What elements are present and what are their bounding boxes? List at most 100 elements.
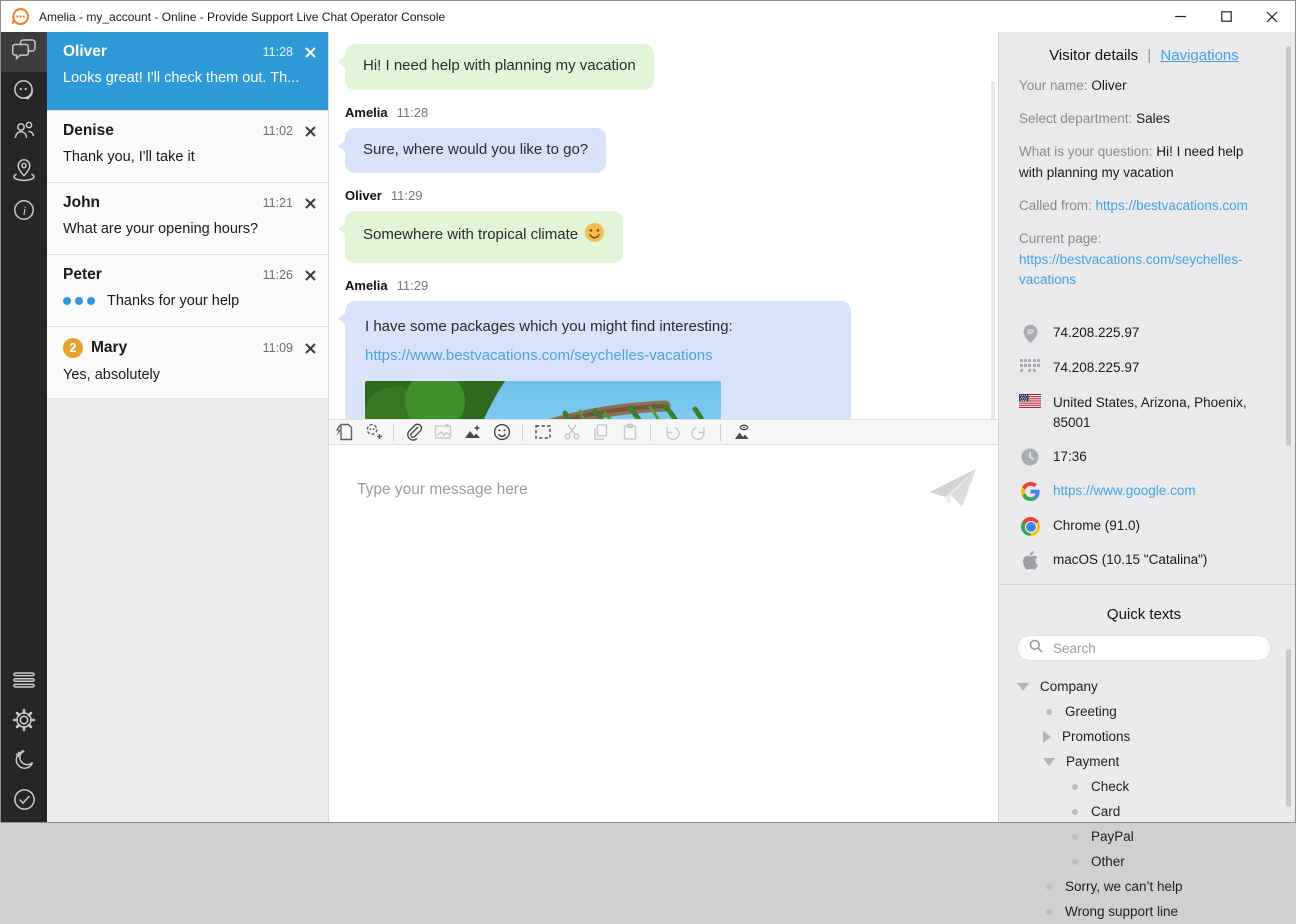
upload-image-icon[interactable] — [434, 423, 452, 441]
visitor-details-scrollbar[interactable] — [1286, 46, 1291, 446]
nav-settings[interactable] — [1, 702, 47, 742]
paste-icon[interactable] — [621, 423, 639, 441]
chat-name: John — [63, 194, 100, 212]
referrer-link[interactable]: https://www.google.com — [1053, 481, 1196, 501]
chats-icon — [12, 38, 37, 66]
select-area-icon[interactable] — [534, 423, 552, 441]
quick-texts-scrollbar[interactable] — [1286, 649, 1291, 807]
bullet-icon — [1046, 909, 1052, 915]
chat-list-item-peter[interactable]: Peter 11:26 Thanks for your help — [47, 255, 328, 327]
close-chat-icon[interactable] — [305, 270, 316, 281]
nav-spacer — [1, 232, 47, 662]
chat-list-item-mary[interactable]: 2 Mary 11:09 Yes, absolutely — [47, 327, 328, 399]
message-header: Oliver11:29 — [345, 188, 974, 203]
message-input[interactable] — [329, 445, 998, 822]
chat-name: Peter — [63, 266, 102, 284]
chat-time: 11:09 — [263, 341, 293, 355]
tree-item-greeting[interactable]: Greeting — [1017, 699, 1271, 724]
bullet-icon — [1072, 809, 1078, 815]
operator-icon — [12, 78, 36, 107]
send-image-icon[interactable] — [463, 423, 482, 441]
bullet-icon — [1046, 709, 1052, 715]
nav-visitors[interactable] — [1, 112, 47, 152]
info-row-ip: IP 74.208.225.97 — [1019, 323, 1269, 344]
smiley-face-emoji — [584, 222, 605, 251]
chat-list-item-denise[interactable]: Denise 11:02 Thank you, I'll take it — [47, 111, 328, 183]
nav-menu[interactable] — [1, 662, 47, 702]
messages-scrollbar[interactable] — [991, 81, 995, 419]
tree-item-check[interactable]: Check — [1017, 774, 1271, 799]
emoji-icon[interactable] — [493, 423, 511, 441]
typing-indicator — [63, 297, 95, 305]
right-panel: Visitor details | Navigations Your name:… — [999, 32, 1295, 822]
tree-item-card[interactable]: Card — [1017, 799, 1271, 824]
minimize-button[interactable] — [1157, 1, 1203, 32]
undo-icon[interactable] — [662, 423, 680, 441]
bullet-icon — [1072, 859, 1078, 865]
ip-address-icon: IP — [1019, 324, 1041, 344]
cut-icon[interactable] — [563, 423, 581, 441]
navigations-link[interactable]: Navigations — [1160, 47, 1238, 64]
package-link[interactable]: https://www.bestvacations.com/seychelles… — [365, 345, 713, 368]
chat-name: Mary — [91, 339, 127, 357]
night-mode-icon — [12, 748, 36, 777]
search-input[interactable] — [1051, 640, 1259, 657]
close-chat-icon[interactable] — [305, 198, 316, 209]
nav-geo-location[interactable] — [1, 152, 47, 192]
redo-icon[interactable] — [691, 423, 709, 441]
invite-operator-icon[interactable] — [364, 423, 382, 441]
info-row-referrer: https://www.google.com — [1019, 481, 1269, 501]
chat-name: Denise — [63, 122, 114, 140]
visitor-details-section: Visitor details | Navigations Your name:… — [999, 32, 1295, 585]
screen-view-icon[interactable] — [732, 423, 751, 441]
message-history: Hi! I need help with planning my vacatio… — [329, 32, 998, 419]
apple-icon — [1019, 551, 1041, 570]
chat-preview: Thanks for your help — [107, 293, 239, 309]
toolbar-separator — [720, 424, 721, 441]
nav-night-mode[interactable] — [1, 742, 47, 782]
visitors-icon — [12, 119, 36, 146]
tree-item-other[interactable]: Other — [1017, 849, 1271, 874]
tree-item-promotions[interactable]: Promotions — [1017, 724, 1271, 749]
chat-list-item-john[interactable]: John 11:21 What are your opening hours? — [47, 183, 328, 255]
copy-icon[interactable] — [592, 423, 610, 441]
google-icon — [1019, 482, 1041, 501]
tree-item-paypal[interactable]: PayPal — [1017, 824, 1271, 849]
send-plane-icon[interactable] — [928, 467, 978, 516]
close-chat-icon[interactable] — [305, 47, 316, 58]
composer-toolbar — [329, 419, 998, 445]
info-row-local-time: 17:36 — [1019, 447, 1269, 467]
called-from-link[interactable]: https://bestvacations.com — [1096, 198, 1248, 213]
header-separator: | — [1147, 47, 1151, 64]
quick-texts-title: Quick texts — [1017, 606, 1271, 623]
close-button[interactable] — [1249, 1, 1295, 32]
settings-icon — [12, 708, 36, 737]
nav-chats[interactable] — [1, 32, 47, 72]
chat-preview: Looks great! I'll check them out. Th... — [63, 70, 316, 86]
quick-text-icon[interactable] — [336, 423, 353, 441]
close-chat-icon[interactable] — [305, 343, 316, 354]
attach-file-icon[interactable] — [405, 423, 423, 441]
nav-operators[interactable] — [1, 72, 47, 112]
message-time: 11:29 — [391, 188, 423, 203]
nav-online-status[interactable] — [1, 782, 47, 822]
message-sender: Amelia — [345, 105, 388, 120]
tree-item-sorry-we-cant-help[interactable]: Sorry, we can’t help — [1017, 874, 1271, 899]
online-status-icon — [12, 787, 37, 817]
chat-list-item-oliver[interactable]: Oliver 11:28 Looks great! I'll check the… — [47, 32, 328, 111]
visitor-details-title: Visitor details — [1049, 47, 1138, 64]
tree-item-wrong-support-line[interactable]: Wrong support line — [1017, 899, 1271, 924]
maximize-button[interactable] — [1203, 1, 1249, 32]
expanded-triangle-icon — [1017, 683, 1029, 691]
chat-time: 11:21 — [263, 196, 293, 210]
nav-rail: i — [1, 32, 47, 822]
chat-name: Oliver — [63, 43, 107, 61]
close-chat-icon[interactable] — [305, 126, 316, 137]
nav-info[interactable]: i — [1, 192, 47, 232]
tree-item-payment[interactable]: Payment — [1017, 749, 1271, 774]
current-page-link[interactable]: https://bestvacations.com/seychelles-vac… — [1019, 252, 1243, 288]
message-header: Amelia11:29 — [345, 278, 974, 293]
visitor-field-question: What is your question: Hi! I need help w… — [1019, 142, 1269, 184]
visitor-message-bubble: Hi! I need help with planning my vacatio… — [345, 44, 654, 90]
tree-item-company[interactable]: Company — [1017, 674, 1271, 699]
